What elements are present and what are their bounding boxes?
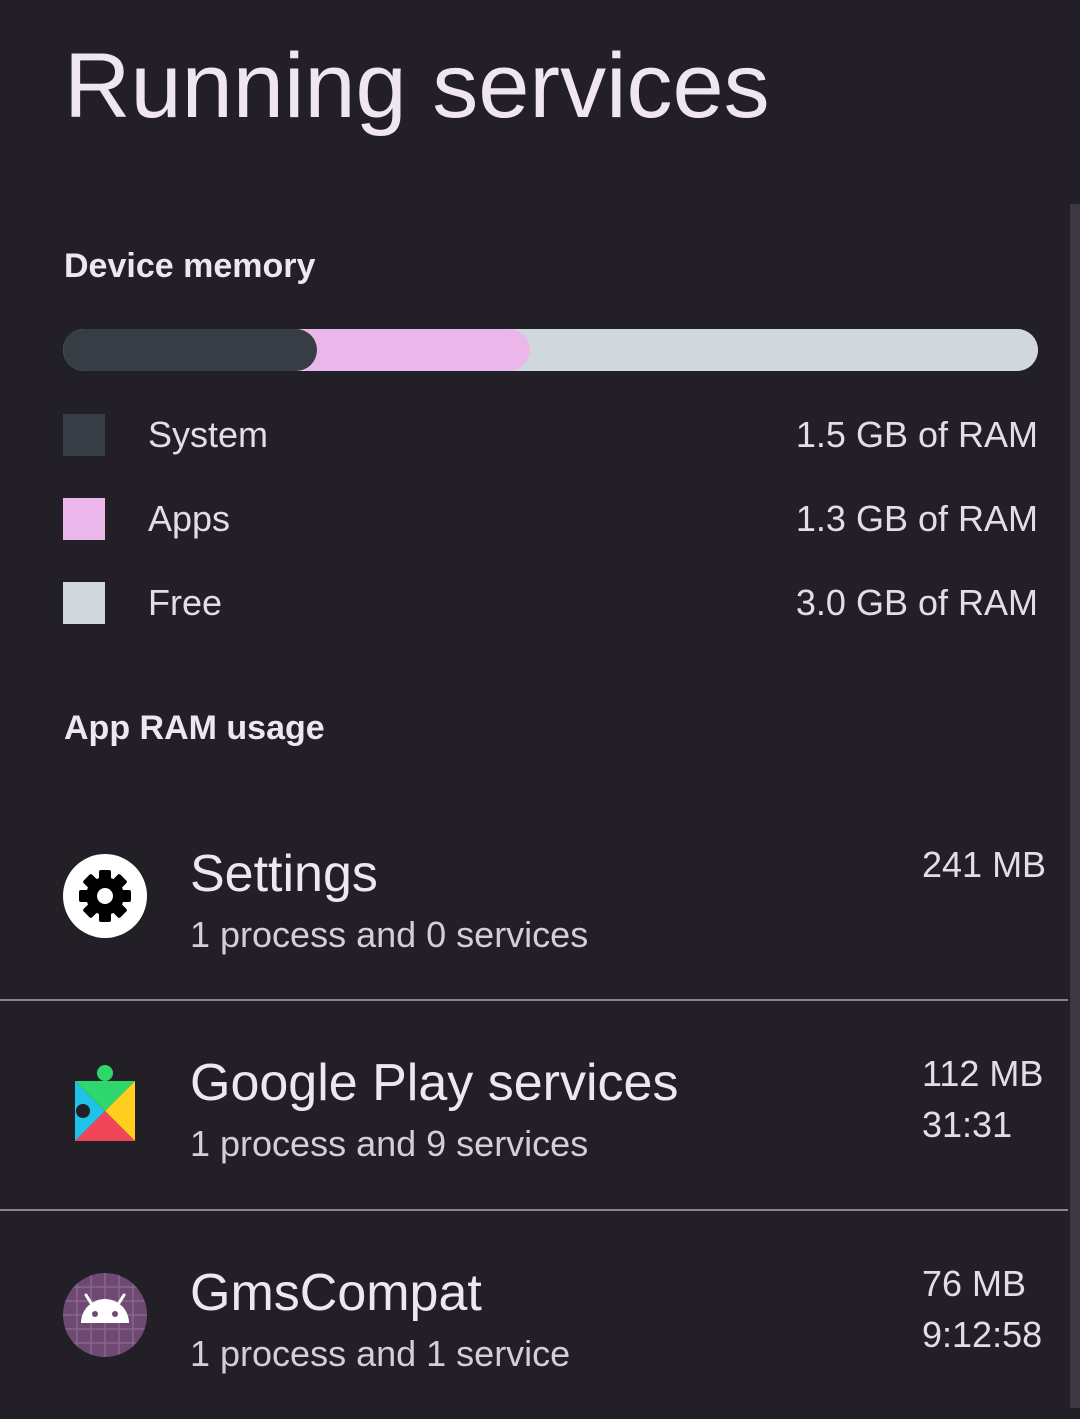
scrollbar[interactable] bbox=[1070, 204, 1080, 1408]
system-color-swatch bbox=[63, 414, 105, 456]
app-name: Google Play services bbox=[190, 1054, 679, 1112]
app-row-settings[interactable]: Settings 1 process and 0 services 241 MB bbox=[0, 792, 1068, 1000]
app-memory-size: 76 MB bbox=[922, 1263, 1027, 1304]
memory-bar-free-segment bbox=[529, 329, 1038, 371]
google-play-services-icon bbox=[75, 1065, 135, 1141]
app-name: GmsCompat bbox=[190, 1264, 482, 1322]
app-name: Settings bbox=[190, 845, 378, 903]
legend-row-system: System 1.5 GB of RAM bbox=[63, 413, 1038, 457]
memory-bar-system-segment bbox=[63, 329, 317, 371]
memory-bar-apps-segment bbox=[295, 329, 530, 371]
free-color-swatch bbox=[63, 582, 105, 624]
legend-row-free: Free 3.0 GB of RAM bbox=[63, 581, 1038, 625]
app-running-time: 31:31 bbox=[922, 1104, 1013, 1145]
memory-usage-bar bbox=[63, 329, 1038, 371]
app-ram-usage-header: App RAM usage bbox=[64, 709, 325, 747]
app-row-google-play-services[interactable]: Google Play services 1 process and 9 ser… bbox=[0, 1001, 1068, 1209]
page-title: Running services bbox=[64, 35, 770, 137]
app-summary: 1 process and 0 services bbox=[190, 914, 589, 955]
app-memory-size: 241 MB bbox=[922, 844, 1047, 885]
device-memory-header: Device memory bbox=[64, 247, 316, 285]
apps-color-swatch bbox=[63, 498, 105, 540]
app-row-gmscompat[interactable]: GmsCompat 1 process and 1 service 76 MB … bbox=[0, 1211, 1068, 1419]
android-icon bbox=[63, 1273, 147, 1357]
legend-label: Free bbox=[148, 582, 223, 623]
app-running-time: 9:12:58 bbox=[922, 1314, 1043, 1355]
legend-value: 3.0 GB of RAM bbox=[795, 582, 1038, 623]
legend-label: System bbox=[148, 414, 269, 455]
legend-value: 1.5 GB of RAM bbox=[795, 414, 1038, 455]
app-memory-size: 112 MB bbox=[922, 1053, 1044, 1094]
app-summary: 1 process and 9 services bbox=[190, 1123, 589, 1164]
legend-row-apps: Apps 1.3 GB of RAM bbox=[63, 497, 1038, 541]
app-summary: 1 process and 1 service bbox=[190, 1333, 571, 1374]
legend-value: 1.3 GB of RAM bbox=[795, 498, 1038, 539]
settings-icon bbox=[63, 854, 147, 938]
legend-label: Apps bbox=[148, 498, 231, 539]
